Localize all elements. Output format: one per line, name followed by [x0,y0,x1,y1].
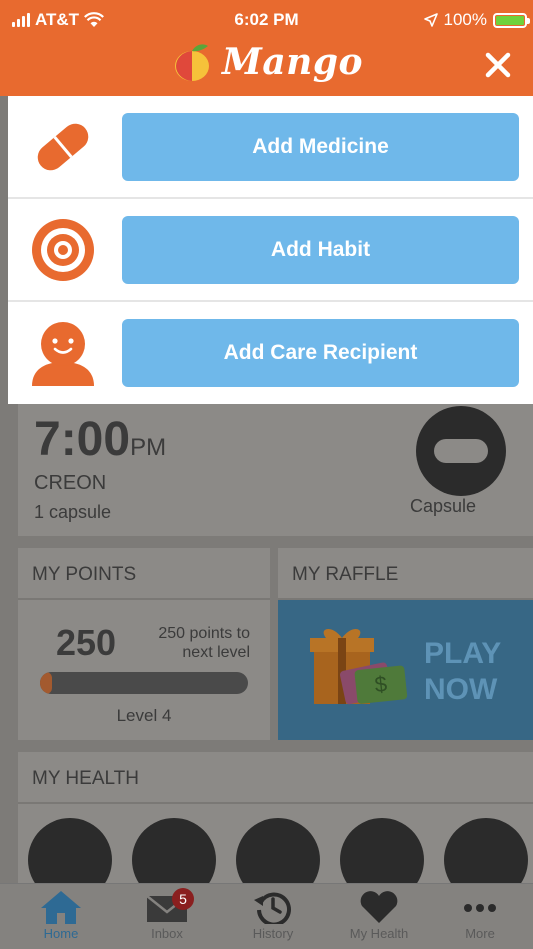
health-title: MY HEALTH [18,752,533,804]
dose-medicine: CREON [34,472,107,494]
person-icon [32,322,94,386]
tab-inbox[interactable]: 5 Inbox [114,884,220,949]
points-progress-bar [40,672,248,694]
battery-percent: 100% [443,10,487,29]
dose-card[interactable]: 7:00PM CREON 1 capsule Capsule [18,404,533,536]
play-now-line2: NOW [424,673,498,706]
dose-time-value: 7:00 [34,413,131,466]
status-right: 100% [423,10,530,30]
dose-form: Capsule [410,496,477,516]
inbox-badge: 5 [172,888,194,910]
app-header: AT&T 6:02 PM 100% Mango [0,0,533,96]
dose-ampm: PM [130,434,167,461]
home-icon [41,891,81,924]
app-name: Mango [221,41,364,83]
mango-logo-icon [174,44,209,81]
add-care-recipient-row: Add Care Recipient [8,302,533,404]
dose-quantity: 1 capsule [34,502,112,522]
heart-icon [360,891,398,923]
tab-bar: Home 5 Inbox History My Health More [0,883,533,949]
play-now-label: PLAY NOW [424,636,501,708]
tab-my-health[interactable]: My Health [326,884,432,949]
raffle-card[interactable]: MY RAFFLE $ PLAY NOW [278,548,533,740]
add-medicine-row: Add Medicine [8,96,533,199]
points-level: Level 4 [116,706,172,725]
more-icon [464,904,496,912]
tab-home[interactable]: Home [8,884,114,949]
add-menu-sheet: Add Medicine Add Habit Add Care Recipien… [8,96,533,404]
gift-money-icon: $ [310,628,408,705]
points-value: 250 [56,622,117,663]
brand: Mango [0,40,533,84]
add-habit-row: Add Habit [8,199,533,302]
target-icon [32,219,94,281]
tab-history-label: History [252,926,294,941]
tab-more-label: More [465,926,495,941]
capsule-icon [416,406,506,496]
tab-home-label: Home [43,926,79,941]
status-bar: AT&T 6:02 PM 100% [0,0,533,38]
add-care-recipient-button[interactable]: Add Care Recipient [122,319,519,387]
tab-inbox-label: Inbox [151,926,183,941]
tab-my-health-label: My Health [349,926,409,941]
raffle-title: MY RAFFLE [278,548,533,600]
location-arrow-icon [423,13,438,27]
add-habit-button[interactable]: Add Habit [122,216,519,284]
points-title: MY POINTS [18,548,270,600]
points-progress-fill [40,672,53,694]
raffle-body[interactable]: $ PLAY NOW [278,600,533,740]
close-icon[interactable] [483,50,513,80]
dose-time: 7:00PM [34,412,166,467]
add-medicine-button[interactable]: Add Medicine [122,113,519,181]
pill-icon [37,123,89,171]
tab-more[interactable]: More [427,884,533,949]
points-card[interactable]: MY POINTS 250 250 points to next level L… [18,548,270,740]
tab-history[interactable]: History [220,884,326,949]
svg-text:$: $ [373,671,388,697]
battery-icon [493,12,530,28]
play-now-line1: PLAY [424,637,502,670]
history-icon [254,892,291,924]
points-next-level: 250 points to next level [158,625,250,661]
